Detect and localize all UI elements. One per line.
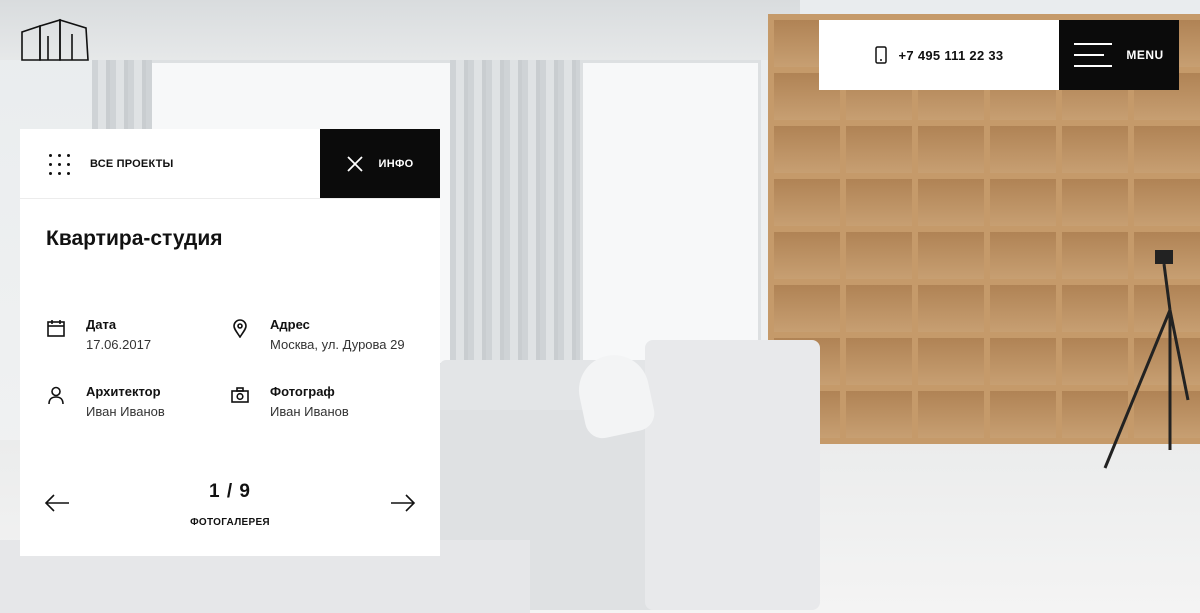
shelf-cell [846, 338, 912, 385]
field-photographer-label: Фотограф [270, 384, 335, 399]
shelf-cell [846, 126, 912, 173]
shelf-cell [774, 232, 840, 279]
shelf-cell [774, 285, 840, 332]
field-photographer: Фотограф Иван Иванов [230, 384, 349, 421]
close-icon [346, 155, 363, 172]
gallery-counter: 1 / 9 [209, 481, 251, 502]
field-date-value: 17.06.2017 [86, 337, 152, 352]
field-architect-value: Иван Иванов [86, 404, 165, 419]
tripod-lamp [1103, 250, 1190, 469]
shelf-cell [918, 391, 984, 438]
shelf-cell [846, 391, 912, 438]
shelf-cell [1134, 126, 1200, 173]
shelf-cell [918, 285, 984, 332]
shelf-cell [918, 338, 984, 385]
calendar-icon [47, 320, 65, 337]
close-info-button[interactable]: ИНФО [320, 129, 440, 198]
grid-dots-icon [48, 153, 70, 175]
shelf-cell [1062, 179, 1128, 226]
shelf-cell [774, 126, 840, 173]
curtain-center [450, 60, 580, 380]
shelf-cell [918, 179, 984, 226]
field-date: Дата 17.06.2017 [46, 317, 151, 354]
shelf-cell [846, 232, 912, 279]
gallery-pager: 1 / 9 ФОТОГАЛЕРЕЯ [20, 479, 440, 539]
user-icon [48, 386, 64, 405]
field-address-value: Москва, ул. Дурова 29 [270, 337, 405, 352]
ceiling [0, 0, 800, 60]
logo-icon[interactable] [20, 18, 90, 64]
shelf-cell [846, 179, 912, 226]
shelf-cell [990, 391, 1056, 438]
field-photographer-value: Иван Иванов [270, 404, 349, 419]
all-projects-label: ВСЕ ПРОЕКТЫ [90, 157, 174, 170]
field-date-label: Дата [86, 317, 117, 332]
shelf-cell [846, 285, 912, 332]
phone-link[interactable]: +7 495 111 22 33 [819, 20, 1059, 90]
menu-button[interactable]: MENU [1059, 20, 1179, 90]
phone-icon [874, 46, 887, 64]
hamburger-icon [1074, 41, 1113, 69]
field-address-label: Адрес [270, 317, 310, 332]
field-architect-label: Архитектор [86, 384, 161, 399]
card-header: ВСЕ ПРОЕКТЫ ИНФО [20, 129, 440, 199]
all-projects-link[interactable]: ВСЕ ПРОЕКТЫ [48, 129, 174, 198]
location-pin-icon [233, 319, 247, 338]
shelf-cell [990, 285, 1056, 332]
shelf-cell [1062, 126, 1128, 173]
menu-label: MENU [1126, 48, 1164, 62]
field-architect: Архитектор Иван Иванов [46, 384, 165, 421]
shelf-cell [918, 126, 984, 173]
project-info-card: ВСЕ ПРОЕКТЫ ИНФО Квартира-студия Дата 17… [20, 129, 440, 556]
field-address: Адрес Москва, ул. Дурова 29 [230, 317, 405, 354]
shelf-cell [990, 126, 1056, 173]
project-title: Квартира-студия [46, 227, 223, 250]
shelf-cell [990, 338, 1056, 385]
sofa-arm [645, 340, 820, 610]
gallery-label: ФОТОГАЛЕРЕЯ [190, 517, 270, 528]
shelf-cell [990, 232, 1056, 279]
info-label: ИНФО [378, 157, 414, 170]
camera-icon [231, 387, 249, 403]
shelf-cell [990, 179, 1056, 226]
shelf-cell [918, 232, 984, 279]
window-right [580, 60, 761, 366]
shelf-cell [774, 179, 840, 226]
phone-number[interactable]: +7 495 111 22 33 [899, 48, 1004, 63]
arrow-right-icon[interactable] [390, 493, 416, 513]
shelf-cell [1134, 179, 1200, 226]
